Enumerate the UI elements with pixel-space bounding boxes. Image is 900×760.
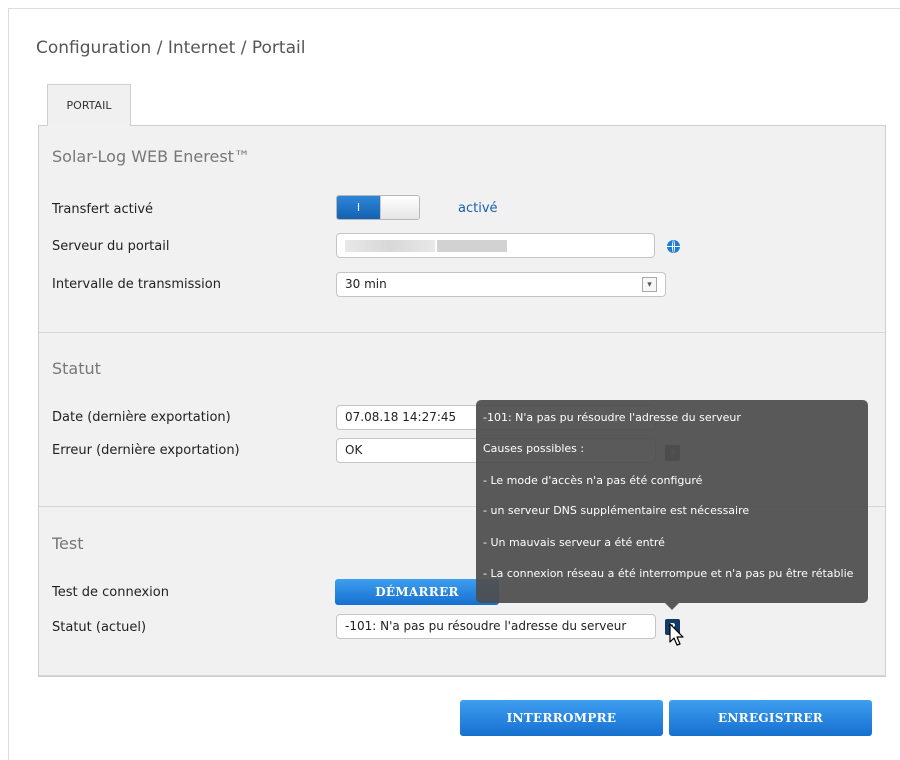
server-input[interactable] (336, 233, 655, 258)
tooltip-arrow (665, 603, 679, 610)
toggle-knob (380, 196, 419, 219)
section-title-portal: Solar-Log WEB Enerest™ (52, 147, 250, 166)
date-label: Date (dernière exportation) (52, 410, 231, 425)
interval-label: Intervalle de transmission (52, 277, 221, 292)
section-title-status: Statut (52, 359, 101, 378)
redacted-value (345, 240, 435, 252)
save-button[interactable]: ENREGISTRER (669, 700, 872, 736)
error-label: Erreur (dernière exportation) (52, 443, 240, 458)
start-button[interactable]: DÉMARRER (335, 579, 499, 605)
error-tooltip: -101: N'a pas pu résoudre l'adresse du s… (476, 400, 868, 603)
portal-section: Solar-Log WEB Enerest™ Transfert activé … (39, 126, 885, 333)
cancel-button[interactable]: INTERROMPRE (460, 700, 663, 736)
section-title-test: Test (52, 534, 84, 553)
server-label: Serveur du portail (52, 239, 170, 254)
transfer-status-text: activé (458, 201, 498, 216)
transfer-toggle[interactable]: I (336, 195, 420, 220)
tab-portail[interactable]: PORTAIL (47, 84, 131, 126)
interval-select[interactable]: 30 min ▾ (336, 272, 666, 297)
current-status-label: Statut (actuel) (52, 620, 147, 635)
toggle-on-indicator: I (337, 196, 380, 219)
tooltip-line: - Un mauvais serveur a été entré (483, 536, 665, 549)
interval-value: 30 min (345, 277, 387, 291)
transfer-label: Transfert activé (52, 202, 154, 217)
tooltip-line: - Le mode d'accès n'a pas été configuré (483, 474, 703, 487)
current-status-field: -101: N'a pas pu résoudre l'adresse du s… (336, 614, 656, 639)
breadcrumb: Configuration / Internet / Portail (36, 38, 306, 58)
tooltip-line: -101: N'a pas pu résoudre l'adresse du s… (483, 411, 741, 424)
connection-test-label: Test de connexion (52, 585, 169, 600)
chevron-down-icon[interactable]: ▾ (642, 277, 657, 292)
tooltip-line: Causes possibles : (483, 442, 585, 455)
tooltip-line: - La connexion réseau a été interrompue … (483, 567, 854, 580)
globe-icon[interactable] (667, 240, 680, 253)
redacted-value (437, 240, 507, 252)
mouse-cursor-icon (669, 623, 684, 646)
tooltip-line: - un serveur DNS supplémentaire est néce… (483, 504, 750, 517)
